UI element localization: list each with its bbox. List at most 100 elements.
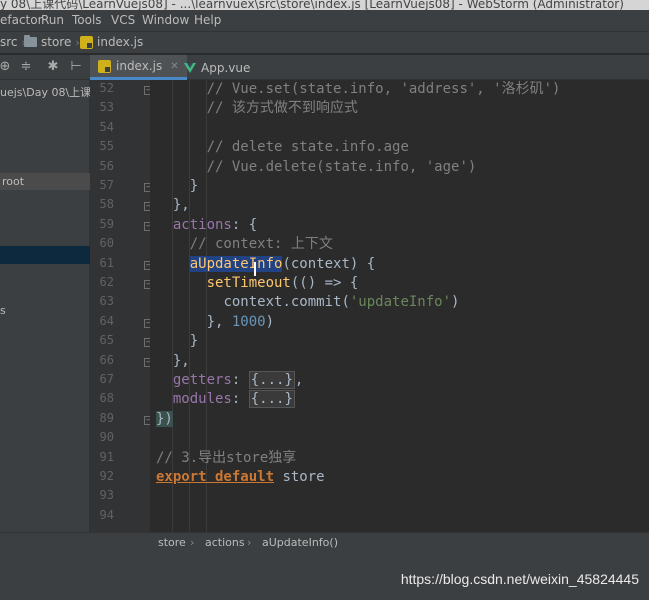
line-number: 93 xyxy=(99,488,114,503)
line-number: 66 xyxy=(99,352,114,367)
code-line[interactable]: // 该方式做不到响应式 xyxy=(156,99,358,118)
code-token: ) xyxy=(451,294,460,311)
code-token: , xyxy=(294,372,304,388)
code-line[interactable]: // 3.导出store独享 xyxy=(156,449,296,468)
line-number: 90 xyxy=(99,430,114,445)
code-token: // Vue.set(state.info, 'address', '洛杉矶') xyxy=(206,81,561,97)
line-number: 62 xyxy=(99,275,114,289)
line-number: 68 xyxy=(99,391,114,406)
nav-crumb-src[interactable]: src › xyxy=(0,35,26,49)
hide-icon[interactable]: ⊢ xyxy=(69,60,83,74)
watermark-text: https://blog.csdn.net/weixin_45824445 xyxy=(400,571,639,587)
menu-bar: efactor Run Tools VCS Window Help xyxy=(0,10,649,32)
code-token: : xyxy=(231,391,249,408)
code-token: 1000 xyxy=(231,313,266,330)
project-panel: uejs\Day 08\上课代 root s xyxy=(0,80,102,532)
project-row-s[interactable]: s xyxy=(0,304,6,317)
code-token: } xyxy=(189,178,199,194)
code-line[interactable]: } xyxy=(156,177,198,196)
menu-tools[interactable]: Tools xyxy=(72,13,102,27)
breadcrumb-store[interactable]: store xyxy=(158,536,186,549)
code-token: (() => { xyxy=(290,275,359,291)
code-line[interactable]: // context: 上下文 xyxy=(156,235,333,254)
window-title: y 08\上课代码\LearnVuejs08] - ...\learnvuex\… xyxy=(0,0,624,10)
code-token: // context: 上下文 xyxy=(189,236,333,253)
line-number: 59 xyxy=(99,216,114,231)
line-number: 94 xyxy=(99,507,114,522)
scroll-from-source-icon[interactable]: ⊕ xyxy=(0,60,12,74)
code-line[interactable]: setTimeout(() => { xyxy=(156,274,359,293)
window-titlebar: y 08\上课代码\LearnVuejs08] - ...\learnvuex\… xyxy=(0,0,649,10)
code-line[interactable]: actions: { xyxy=(156,216,257,235)
nav-crumb-file-label: index.js xyxy=(97,35,144,49)
code-line[interactable]: }, 1000) xyxy=(156,313,274,332)
line-number: 53 xyxy=(99,100,114,115)
code-token: // delete state.info.age xyxy=(206,139,409,156)
folder-icon xyxy=(24,35,37,47)
project-row-path[interactable]: uejs\Day 08\上课代 xyxy=(0,84,102,100)
chevron-right-icon: › xyxy=(190,536,195,549)
line-number: 92 xyxy=(99,469,114,483)
nav-crumb-store-label: store xyxy=(41,35,72,49)
project-toolstrip: ⊕ ≑ ✱ ⊢ xyxy=(0,55,90,80)
code-line[interactable]: aUpdateInfo(context) { xyxy=(156,255,375,274)
code-line[interactable]: }, xyxy=(156,352,190,371)
code-line[interactable]: }, xyxy=(156,196,190,215)
code-token: aUpdateInfo xyxy=(189,255,283,272)
menu-refactor[interactable]: efactor xyxy=(0,13,43,27)
project-row-selected[interactable] xyxy=(0,246,90,264)
collapse-icon[interactable]: ≑ xyxy=(19,60,33,74)
code-token: ) xyxy=(265,313,275,330)
code-line[interactable]: modules: {...} xyxy=(156,390,295,409)
line-number: 52 xyxy=(99,81,114,95)
breadcrumb-function[interactable]: aUpdateInfo() xyxy=(262,536,338,549)
code-line[interactable]: // Vue.set(state.info, 'address', '洛杉矶') xyxy=(156,80,561,99)
menu-run[interactable]: Run xyxy=(41,13,64,27)
breadcrumb-actions[interactable]: actions xyxy=(205,536,245,549)
js-file-icon xyxy=(98,59,111,73)
code-token: modules xyxy=(172,391,232,408)
editor-breadcrumb-bar: store › actions › aUpdateInfo() xyxy=(0,532,649,554)
code-token: (context) { xyxy=(282,255,376,272)
navigation-bar: src › store › index.js xyxy=(0,32,649,54)
line-number: 54 xyxy=(99,119,114,134)
menu-vcs[interactable]: VCS xyxy=(111,13,135,27)
code-line[interactable]: getters: {...}, xyxy=(156,371,303,390)
tab-index-js[interactable]: index.js ✕ xyxy=(90,55,187,80)
code-line[interactable]: context.commit('updateInfo') xyxy=(156,293,459,312)
editor-tabs: index.js ✕ App.vue xyxy=(90,55,649,80)
code-line[interactable]: // delete state.info.age xyxy=(156,138,409,157)
code-line[interactable]: } xyxy=(156,332,198,351)
nav-crumb-file[interactable]: index.js xyxy=(80,35,143,49)
nav-crumb-store[interactable]: store › xyxy=(24,35,80,49)
project-row-root[interactable]: root xyxy=(2,175,24,188)
line-number: 67 xyxy=(99,372,114,386)
line-number: 55 xyxy=(99,139,114,154)
tab-index-js-label: index.js xyxy=(116,59,163,73)
line-number: 60 xyxy=(99,236,114,251)
code-token: {...} xyxy=(248,371,295,389)
code-line[interactable]: }) xyxy=(156,410,173,429)
vue-file-icon xyxy=(184,62,196,73)
code-editor[interactable]: // Vue.set(state.info, 'address', '洛杉矶')… xyxy=(150,80,649,532)
line-number: 91 xyxy=(99,449,114,464)
tab-app-vue[interactable]: App.vue xyxy=(176,55,258,80)
tab-app-vue-label: App.vue xyxy=(201,60,251,75)
menu-help[interactable]: Help xyxy=(194,13,221,27)
code-line[interactable]: // Vue.delete(state.info, 'age') xyxy=(156,158,477,177)
menu-window[interactable]: Window xyxy=(142,13,189,27)
code-token: }, xyxy=(172,352,190,369)
settings-icon[interactable]: ✱ xyxy=(46,60,60,74)
code-token: actions xyxy=(172,216,232,233)
line-number: 65 xyxy=(99,333,114,348)
line-number: 89 xyxy=(99,410,114,425)
code-token: // Vue.delete(state.info, 'age') xyxy=(206,158,477,175)
code-token: } xyxy=(189,333,199,350)
code-token: store xyxy=(274,469,325,485)
code-line[interactable]: export default store xyxy=(156,468,325,487)
code-token: // 该方式做不到响应式 xyxy=(206,100,358,117)
js-file-icon xyxy=(80,35,93,49)
code-token: }, xyxy=(172,197,190,214)
nav-crumb-src-label: src xyxy=(0,35,18,49)
line-number: 64 xyxy=(99,313,114,328)
